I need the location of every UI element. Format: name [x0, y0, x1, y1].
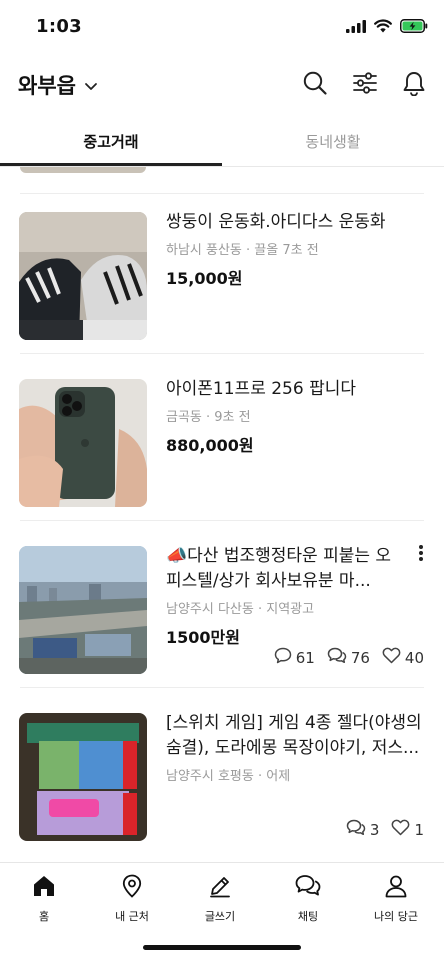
home-icon	[31, 876, 57, 903]
nav-nearby[interactable]: 내 근처	[88, 873, 176, 924]
item-meta: 남양주시 다산동 · 지역광고	[166, 602, 315, 617]
product-thumbnail-switch-games	[19, 713, 147, 841]
engagement-counts: 3 1	[346, 819, 424, 840]
nav-label: 글쓰기	[204, 910, 236, 923]
item-title: 쌍둥이 운동화.아디다스 운동화	[166, 212, 386, 232]
location-pin-icon	[119, 874, 145, 903]
comment-icon	[346, 819, 366, 840]
status-time: 1:03	[36, 16, 82, 37]
heart-icon	[391, 819, 410, 840]
battery-charging-icon	[400, 18, 428, 37]
pencil-icon	[207, 877, 233, 903]
divider	[20, 520, 424, 521]
item-price: 15,000원	[166, 269, 243, 288]
previous-item-thumbnail	[20, 167, 146, 173]
like-count: 40	[382, 647, 424, 668]
nav-my-carrot[interactable]: 나의 당근	[352, 873, 440, 924]
person-icon	[383, 875, 409, 903]
status-icons	[346, 18, 428, 37]
item-price: 880,000원	[166, 436, 254, 455]
chat-icon	[294, 875, 322, 903]
nav-chat[interactable]: 채팅	[264, 873, 352, 924]
home-indicator	[143, 945, 301, 950]
nav-label: 나의 당근	[374, 910, 418, 923]
list-item[interactable]: 📣다산 법조행정타운 피붙는 오피스텔/상가 회사보유분 마... 남양주시 다…	[0, 528, 444, 688]
more-options-icon[interactable]	[418, 544, 424, 565]
list-item[interactable]: [스위치 게임] 게임 4종 젤다(야생의 숨결), 도라에몽 목장이야기, 저…	[0, 695, 444, 862]
product-feed[interactable]: 쌍둥이 운동화.아디다스 운동화 하남시 풍산동 · 끌올 7초 전 15,00…	[0, 167, 444, 862]
status-bar: 1:03	[0, 0, 444, 56]
product-thumbnail-iphone	[19, 379, 147, 507]
nav-write[interactable]: 글쓰기	[176, 873, 264, 924]
list-item[interactable]: 쌍둥이 운동화.아디다스 운동화 하남시 풍산동 · 끌올 7초 전 15,00…	[0, 194, 444, 354]
header-actions	[302, 70, 426, 96]
app-header: 와부읍	[0, 60, 444, 112]
comment-count: 76	[327, 647, 370, 668]
item-title: [스위치 게임] 게임 4종 젤다(야생의 숨결), 도라에몽 목장이야기, 저…	[166, 713, 422, 758]
product-thumbnail-building	[19, 546, 147, 674]
engagement-counts: 61 76 40	[274, 647, 424, 668]
item-meta: 남양주시 호평동 · 어제	[166, 769, 291, 784]
item-info: 아이폰11프로 256 팝니다 금곡동 · 9초 전 880,000원	[166, 377, 422, 456]
chevron-down-icon	[84, 76, 98, 95]
chat-bubble-icon	[274, 647, 292, 668]
tab-used-trade[interactable]: 중고거래	[0, 120, 222, 166]
wifi-icon	[374, 18, 392, 37]
heart-icon	[382, 647, 401, 668]
divider	[20, 353, 424, 354]
category-tabs: 중고거래 동네생활	[0, 120, 444, 167]
item-meta: 하남시 풍산동 · 끌올 7초 전	[166, 243, 319, 258]
comment-icon	[327, 647, 347, 668]
divider	[20, 687, 424, 688]
list-item[interactable]: 아이폰11프로 256 팝니다 금곡동 · 9초 전 880,000원	[0, 361, 444, 521]
item-info: 📣다산 법조행정타운 피붙는 오피스텔/상가 회사보유분 마... 남양주시 다…	[166, 544, 404, 648]
location-selector[interactable]: 와부읍	[18, 70, 98, 100]
item-info: [스위치 게임] 게임 4종 젤다(야생의 숨결), 도라에몽 목장이야기, 저…	[166, 711, 422, 784]
chat-count: 61	[274, 647, 315, 668]
search-icon[interactable]	[302, 70, 328, 96]
item-info: 쌍둥이 운동화.아디다스 운동화 하남시 풍산동 · 끌올 7초 전 15,00…	[166, 210, 422, 289]
item-title: 📣다산 법조행정타운 피붙는 오피스텔/상가 회사보유분 마...	[166, 546, 392, 591]
location-name: 와부읍	[18, 74, 76, 98]
nav-label: 내 근처	[115, 910, 149, 923]
tab-neighborhood-life[interactable]: 동네생활	[222, 120, 444, 164]
filter-icon[interactable]	[352, 70, 378, 96]
nav-label: 홈	[38, 910, 50, 923]
item-title: 아이폰11프로 256 팝니다	[166, 379, 357, 399]
bell-icon[interactable]	[402, 70, 426, 96]
item-price: 1500만원	[166, 628, 240, 647]
like-count: 1	[391, 819, 424, 840]
product-thumbnail-sneakers	[19, 212, 147, 340]
nav-label: 채팅	[297, 910, 319, 923]
nav-home[interactable]: 홈	[0, 873, 88, 924]
signal-icon	[346, 18, 366, 37]
comment-count: 3	[346, 819, 379, 840]
item-meta: 금곡동 · 9초 전	[166, 410, 251, 425]
